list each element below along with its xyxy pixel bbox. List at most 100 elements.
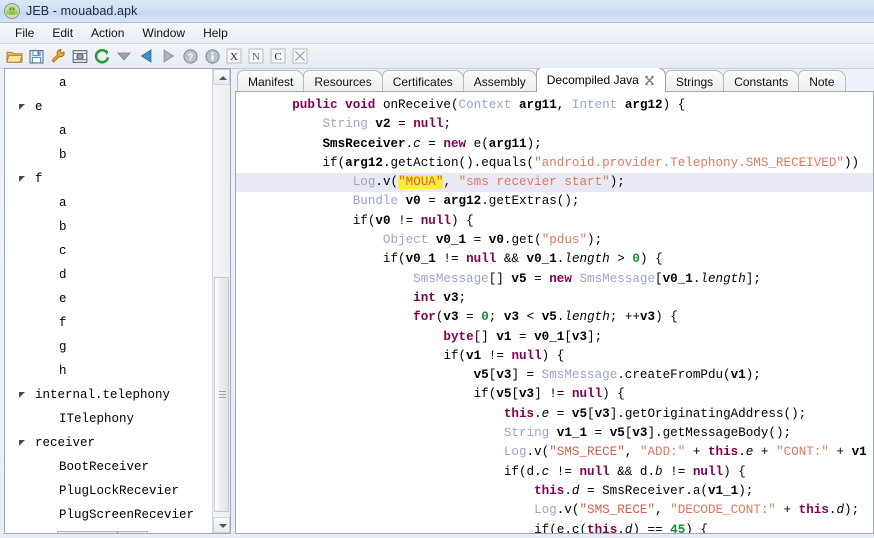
forward-arrow-icon[interactable]: [158, 46, 178, 66]
expand-triangle-icon[interactable]: [17, 389, 30, 402]
tab-resources[interactable]: Resources: [303, 70, 383, 92]
class-tree[interactable]: a e a b f a b c d e f g h internal.telephony ITelephon…: [5, 69, 212, 533]
code-line: for(v3 = 0; v3 < v5.length; ++v3) {: [236, 308, 873, 327]
tab-constants[interactable]: Constants: [723, 70, 800, 92]
tree-item-g[interactable]: g: [5, 335, 212, 359]
expand-triangle-icon[interactable]: [17, 437, 30, 450]
code-token: int: [413, 290, 444, 305]
decompiled-java-source[interactable]: public void onReceive(Context arg11, Int…: [236, 92, 873, 534]
scrollbar-thumb[interactable]: [214, 277, 229, 512]
code-token: null: [579, 464, 610, 479]
tab-assembly[interactable]: Assembly: [462, 70, 537, 92]
code-token: =: [526, 271, 550, 286]
tree-item-a[interactable]: a: [5, 119, 212, 143]
code-token: v3: [594, 406, 610, 421]
tree-vertical-scrollbar[interactable]: [212, 69, 230, 533]
code-token: SmsMessage: [413, 271, 489, 286]
tree-item-internal-telephony[interactable]: internal.telephony: [5, 383, 212, 407]
tab-close-icon[interactable]: [644, 75, 655, 86]
tree-item-label: c: [59, 244, 67, 258]
tree-item-receiver[interactable]: receiver: [5, 431, 212, 455]
tab-label: Assembly: [473, 74, 526, 89]
svg-text:X: X: [230, 51, 238, 63]
code-token: v0: [375, 213, 391, 228]
tree-item-plugscreenrecevier[interactable]: PlugScreenRecevier: [5, 503, 212, 527]
code-token: byte: [443, 329, 474, 344]
open-folder-icon[interactable]: [4, 46, 24, 66]
tab-strings[interactable]: Strings: [664, 70, 725, 92]
code-token: .: [617, 522, 625, 534]
menu-help[interactable]: Help: [194, 24, 237, 42]
code-token: ) {: [639, 252, 663, 267]
code-token: ];: [745, 271, 761, 286]
code-token: [: [587, 406, 595, 421]
code-token: =: [579, 483, 603, 498]
code-token: +: [828, 445, 852, 460]
tree-item-f[interactable]: f: [5, 311, 212, 335]
code-token: ) {: [685, 522, 708, 534]
code-token: ].getMessageBody();: [647, 426, 792, 441]
code-token: v5: [571, 406, 588, 421]
n-letter-icon[interactable]: N: [246, 46, 266, 66]
close-box-icon[interactable]: [290, 46, 310, 66]
tree-item-e[interactable]: e: [5, 287, 212, 311]
code-token: c: [413, 136, 421, 151]
code-token: null: [413, 117, 444, 132]
tree-item-d[interactable]: d: [5, 263, 212, 287]
tree-item-f[interactable]: f: [5, 167, 212, 191]
tab-note[interactable]: Note: [798, 70, 846, 92]
code-token: e(: [473, 136, 489, 151]
tree-item-h[interactable]: h: [5, 359, 212, 383]
tree-item-pluglockrecevier[interactable]: PlugLockRecevier: [5, 479, 212, 503]
tree-item-label: internal.telephony: [35, 388, 171, 402]
package-icon[interactable]: [70, 46, 90, 66]
tree-item-b[interactable]: b: [5, 215, 212, 239]
code-token: .: [647, 464, 656, 479]
tree-item-bootreceiver[interactable]: BootReceiver: [5, 455, 212, 479]
tree-item-c[interactable]: c: [5, 239, 212, 263]
tree-item-smsreceiver[interactable]: SmsReceiver: [5, 527, 212, 533]
tree-item-a[interactable]: a: [5, 71, 212, 95]
scroll-up-arrow-icon[interactable]: [213, 69, 230, 85]
code-line: if(arg12.getAction().equals("android.pro…: [236, 154, 873, 173]
refresh-icon[interactable]: [92, 46, 112, 66]
menu-edit[interactable]: Edit: [43, 24, 82, 42]
dropdown-triangle-icon[interactable]: [114, 46, 134, 66]
tree-item-a[interactable]: a: [5, 191, 212, 215]
tree-item-label: SmsReceiver: [57, 531, 148, 533]
code-token: ) ==: [632, 522, 671, 534]
menu-action[interactable]: Action: [82, 24, 133, 42]
menu-window[interactable]: Window: [133, 24, 194, 42]
wrench-icon[interactable]: [48, 46, 68, 66]
c-letter-icon[interactable]: C: [268, 46, 288, 66]
tab-manifest[interactable]: Manifest: [237, 70, 305, 92]
save-icon[interactable]: [26, 46, 46, 66]
help-icon[interactable]: ?: [180, 46, 200, 66]
tree-item-e[interactable]: e: [5, 95, 212, 119]
scroll-down-arrow-icon[interactable]: [213, 517, 230, 533]
tab-decompiled-java[interactable]: Decompiled Java: [535, 68, 666, 92]
code-token: String: [503, 426, 550, 441]
code-view[interactable]: public void onReceive(Context arg11, Int…: [235, 91, 874, 534]
tree-item-label: a: [59, 196, 67, 210]
tree-item-itelephony[interactable]: ITelephony: [5, 407, 212, 431]
back-arrow-icon[interactable]: [136, 46, 156, 66]
code-token: if(: [352, 213, 376, 228]
menu-file[interactable]: File: [6, 24, 43, 42]
tree-item-b[interactable]: b: [5, 143, 212, 167]
code-token: ,: [624, 445, 640, 460]
code-token: v0_1: [662, 271, 693, 286]
code-token: Intent: [571, 98, 618, 112]
x-letter-icon[interactable]: X: [224, 46, 244, 66]
tab-certificates[interactable]: Certificates: [381, 70, 464, 92]
tab-label: Decompiled Java: [546, 73, 639, 87]
info-icon[interactable]: [202, 46, 222, 66]
workspace: a e a b f a b c d e f g h internal.telephony ITelephon…: [0, 66, 874, 538]
expand-triangle-icon[interactable]: [17, 101, 30, 114]
expand-triangle-icon[interactable]: [17, 173, 30, 186]
